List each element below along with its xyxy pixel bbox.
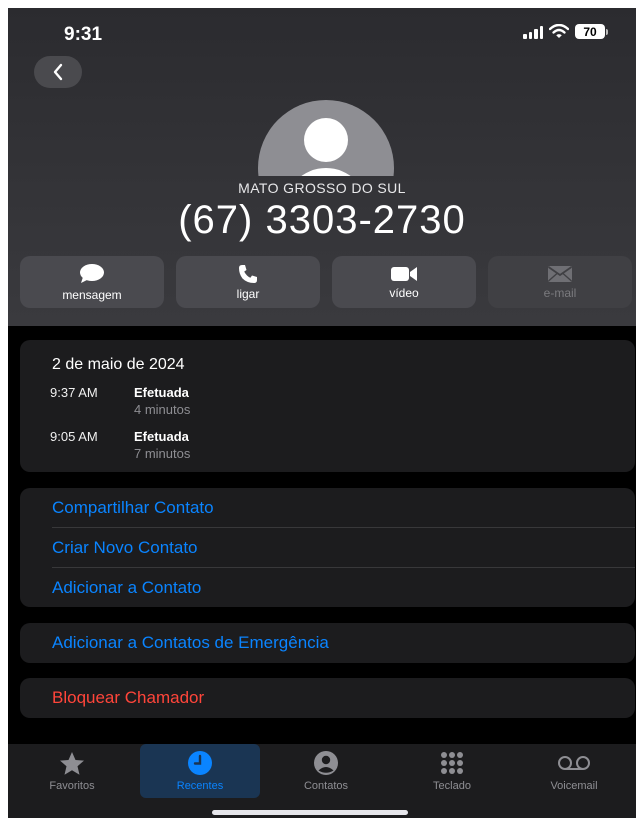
divider [52,567,635,568]
contact-options-card: Compartilhar Contato Criar Novo Contato … [20,488,635,607]
battery-level: 70 [575,24,605,39]
tab-label: Voicemail [550,780,598,792]
video-icon [391,266,417,281]
create-contact-link[interactable]: Criar Novo Contato [52,538,198,558]
share-contact-link[interactable]: Compartilhar Contato [52,498,214,518]
tab-recents[interactable]: Recentes [140,744,260,798]
video-button[interactable]: vídeo [332,256,476,308]
star-icon [60,751,84,775]
home-indicator[interactable] [212,810,408,815]
emergency-card: Adicionar a Contatos de Emergência [20,623,635,663]
battery-icon: 70 [575,24,608,39]
person-circle-icon [314,751,338,775]
message-label: mensagem [62,287,122,302]
tab-label: Teclado [433,780,471,792]
tab-contacts[interactable]: Contatos [266,744,386,798]
contact-phone-number: (67) 3303-2730 [178,198,466,242]
call-duration: 4 minutos [134,402,191,417]
call-type: Efetuada [134,429,189,444]
message-button[interactable]: mensagem [20,256,164,308]
phone-screen: 9:31 70 MATO GROSSO DO SUL (67) 3303-273… [8,8,636,818]
email-label: e-mail [543,285,577,300]
quick-actions: mensagem ligar vídeo e-mail [20,256,632,308]
call-button[interactable]: ligar [176,256,320,308]
chevron-left-icon [53,63,63,81]
add-emergency-contact-link[interactable]: Adicionar a Contatos de Emergência [52,633,329,653]
status-time: 9:31 [64,24,103,45]
block-caller-link[interactable]: Bloquear Chamador [52,688,204,708]
keypad-icon [441,752,463,774]
clock-icon [188,751,212,775]
wifi-icon [549,24,569,38]
tab-keypad[interactable]: Teclado [392,744,512,798]
tab-bar: Favoritos Recentes Contatos Teclado Voic… [8,744,636,818]
history-date: 2 de maio de 2024 [52,356,185,373]
contact-region: MATO GROSSO DO SUL [238,180,406,196]
mail-icon [547,265,573,282]
contact-avatar [258,100,394,176]
tab-favorites[interactable]: Favoritos [12,744,132,798]
back-button[interactable] [34,56,82,88]
tab-label: Contatos [303,780,349,792]
video-label: vídeo [389,285,419,300]
call-label: ligar [236,286,260,301]
tab-label: Favoritos [49,780,95,792]
call-history-card: 2 de maio de 2024 9:37 AM Efetuada 4 min… [20,340,635,472]
add-to-contact-link[interactable]: Adicionar a Contato [52,578,201,598]
divider [52,527,635,528]
call-time: 9:05 AM [50,429,98,444]
call-type: Efetuada [134,385,189,400]
block-card: Bloquear Chamador [20,678,635,718]
call-time: 9:37 AM [50,385,98,400]
email-button[interactable]: e-mail [488,256,632,308]
phone-icon [239,264,257,283]
status-icons: 70 [523,24,608,39]
tab-voicemail[interactable]: Voicemail [514,744,634,798]
cellular-signal-icon [523,25,543,39]
message-icon [80,263,104,283]
call-duration: 7 minutos [134,446,191,461]
contact-header: 9:31 70 MATO GROSSO DO SUL (67) 3303-273… [8,8,636,326]
voicemail-icon [558,756,590,770]
tab-label: Recentes [176,780,224,792]
